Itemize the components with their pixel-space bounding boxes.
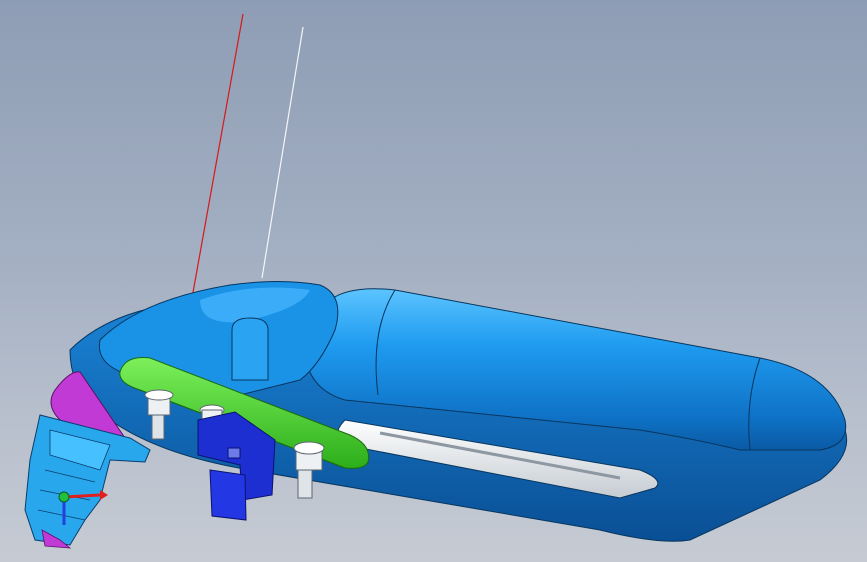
triad-y-origin <box>58 491 70 503</box>
red-axis-line <box>191 13 244 299</box>
vent-pipe[interactable] <box>231 317 269 381</box>
cad-model-canvas[interactable] <box>0 0 867 562</box>
3d-viewport[interactable] <box>0 0 867 562</box>
pin-boss-right[interactable] <box>293 441 325 499</box>
electrical-connector[interactable] <box>24 414 151 549</box>
white-axis-line <box>261 26 304 279</box>
